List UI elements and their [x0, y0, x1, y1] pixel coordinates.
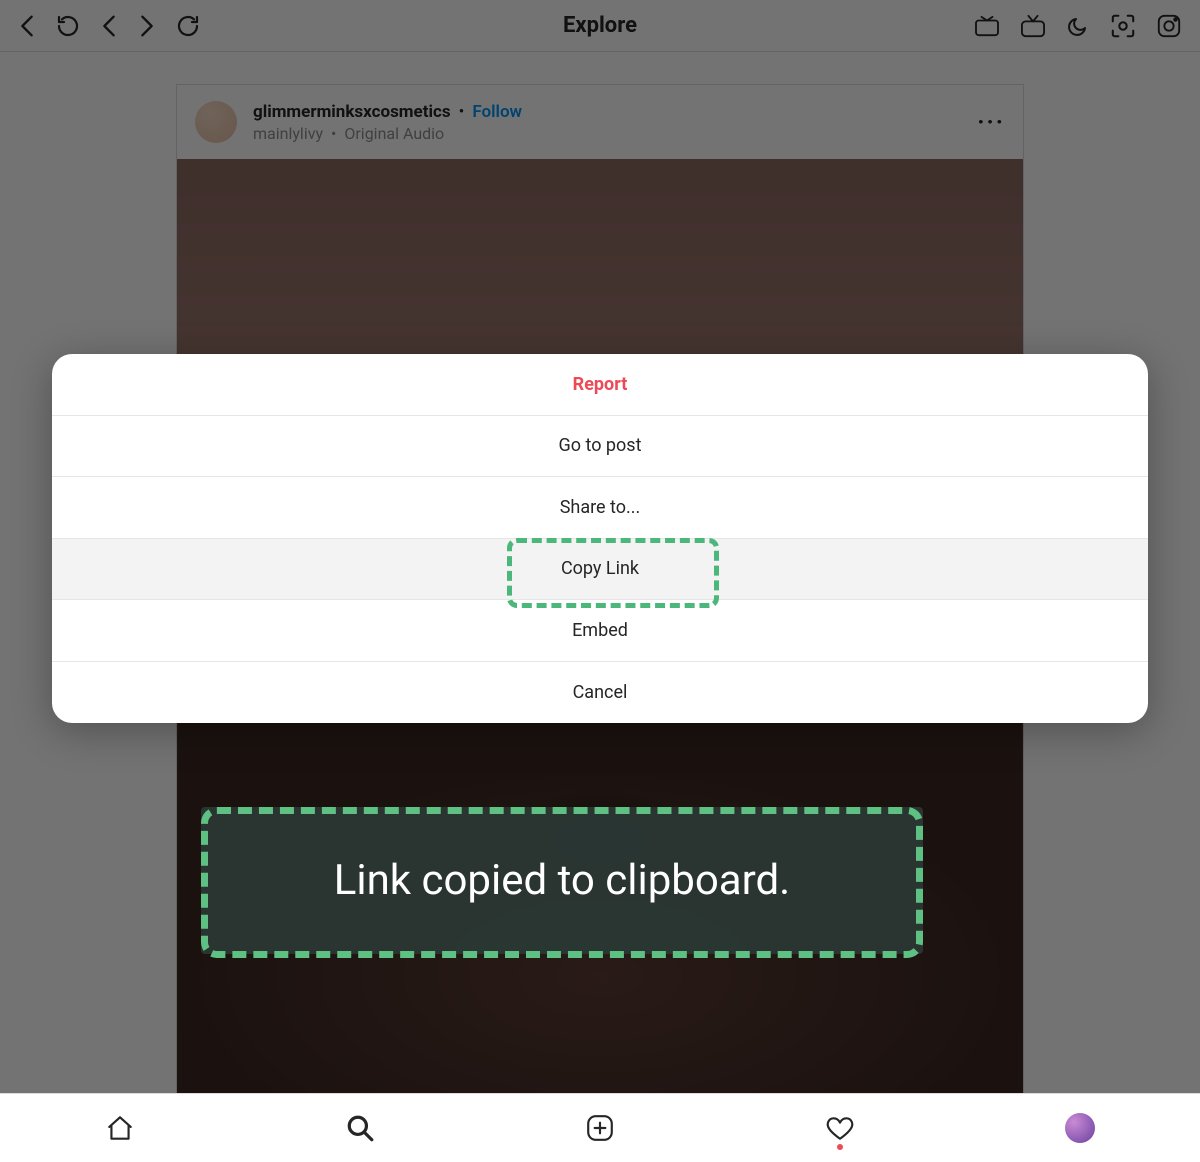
nav-profile-button[interactable] [1056, 1104, 1104, 1152]
audio-track: Original Audio [344, 124, 444, 143]
separator-dot: • [459, 102, 465, 122]
audio-author: mainlylivy [253, 124, 323, 143]
separator-dot: • [331, 124, 336, 143]
home-icon [105, 1113, 135, 1143]
refresh-outer-icon[interactable] [56, 14, 80, 38]
toast-copied: Link copied to clipboard. [201, 807, 923, 954]
sheet-item-go-to-post[interactable]: Go to post [52, 416, 1148, 478]
search-icon [345, 1113, 375, 1143]
sheet-item-share-to[interactable]: Share to... [52, 477, 1148, 539]
moon-icon[interactable] [1066, 14, 1090, 38]
toast-message: Link copied to clipboard. [334, 856, 791, 905]
sheet-item-cancel[interactable]: Cancel [52, 662, 1148, 724]
capture-icon[interactable] [1110, 13, 1136, 39]
sheet-item-report[interactable]: Report [52, 354, 1148, 416]
photos-icon[interactable] [974, 15, 1000, 37]
sheet-item-copy-link[interactable]: Copy Link [52, 539, 1148, 601]
chevron-right-icon[interactable] [138, 13, 156, 39]
heart-icon [825, 1113, 855, 1143]
bottom-nav [0, 1093, 1200, 1162]
profile-avatar-icon [1065, 1113, 1095, 1143]
more-options-button[interactable]: ··· [977, 108, 1005, 136]
instagram-icon[interactable] [1156, 13, 1182, 39]
plus-square-icon [585, 1113, 615, 1143]
refresh-inner-icon[interactable] [176, 14, 200, 38]
post-audio-line[interactable]: mainlylivy • Original Audio [253, 124, 961, 143]
post-avatar[interactable] [195, 101, 237, 143]
chevron-left-outer-icon[interactable] [18, 13, 36, 39]
action-sheet: Report Go to post Share to... Copy Link … [52, 354, 1148, 723]
sheet-item-embed[interactable]: Embed [52, 600, 1148, 662]
post-username[interactable]: glimmerminksxcosmetics [253, 102, 451, 122]
follow-button[interactable]: Follow [472, 102, 522, 122]
top-toolbar: Explore [0, 0, 1200, 52]
nav-create-button[interactable] [576, 1104, 624, 1152]
nav-search-button[interactable] [336, 1104, 384, 1152]
tv-icon[interactable] [1020, 14, 1046, 38]
notification-dot [837, 1144, 843, 1150]
chevron-left-icon[interactable] [100, 13, 118, 39]
nav-home-button[interactable] [96, 1104, 144, 1152]
post-header: glimmerminksxcosmetics • Follow mainlyli… [177, 85, 1023, 159]
nav-activity-button[interactable] [816, 1104, 864, 1152]
